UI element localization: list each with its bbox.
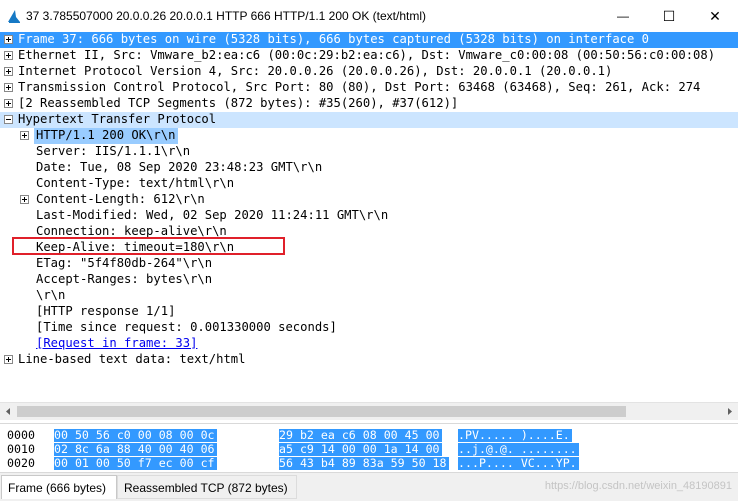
tree-item-http-response[interactable]: [HTTP response 1/1] [0, 304, 738, 320]
tree-item-content-length[interactable]: Content-Length: 612\r\n [0, 192, 738, 208]
tree-item-label: [2 Reassembled TCP Segments (872 bytes):… [18, 96, 459, 110]
tree-item-content-type[interactable]: Content-Type: text/html\r\n [0, 176, 738, 192]
packet-details-tree: Frame 37: 666 bytes on wire (5328 bits),… [0, 32, 738, 402]
tree-item-label: \r\n [36, 288, 66, 302]
maximize-icon: ☐ [662, 7, 676, 24]
tree-item-tcp[interactable]: Transmission Control Protocol, Src Port:… [0, 80, 738, 96]
tree-item-reassembled[interactable]: [2 Reassembled TCP Segments (872 bytes):… [0, 96, 738, 112]
tree-item-status-line[interactable]: HTTP/1.1 200 OK\r\n [0, 128, 738, 144]
tree-item-http[interactable]: Hypertext Transfer Protocol [0, 112, 738, 128]
watermark: https://blog.csdn.net/weixin_48190891 [544, 480, 732, 492]
expand-icon[interactable] [4, 83, 13, 92]
bytes-hex[interactable]: 00 01 00 50 f7 ec 00 cf [54, 457, 217, 470]
tree-item-label: Internet Protocol Version 4, Src: 20.0.0… [18, 64, 613, 78]
tree-item-label: [Time since request: 0.001330000 seconds… [36, 320, 337, 334]
tree-item-label: Last-Modified: Wed, 02 Sep 2020 11:24:11… [36, 208, 389, 222]
tree-item-etag[interactable]: ETag: "5f4f80db-264"\r\n [0, 256, 738, 272]
tree-item-label: ETag: "5f4f80db-264"\r\n [36, 256, 213, 270]
close-icon: ✕ [709, 7, 721, 24]
packet-bytes-pane: 0000 00 50 56 c0 00 08 00 0c 29 b2 ea c6… [0, 423, 738, 472]
bytes-hex[interactable]: a5 c9 14 00 00 1a 14 00 [279, 443, 442, 456]
tree-item-label: [HTTP response 1/1] [36, 304, 176, 318]
tree-item-crlf[interactable]: \r\n [0, 288, 738, 304]
tree-item-line-based-text[interactable]: Line-based text data: text/html [0, 352, 738, 368]
collapse-icon[interactable] [4, 115, 13, 124]
tree-item-label: Transmission Control Protocol, Src Port:… [18, 80, 701, 94]
expand-icon[interactable] [4, 355, 13, 364]
bytes-offset: 0000 [7, 428, 35, 442]
horizontal-scrollbar[interactable] [0, 402, 738, 420]
tree-item-accept-ranges[interactable]: Accept-Ranges: bytes\r\n [0, 272, 738, 288]
bytes-hex[interactable]: 02 8c 6a 88 40 00 40 06 [54, 443, 217, 456]
tree-item-frame[interactable]: Frame 37: 666 bytes on wire (5328 bits),… [0, 32, 738, 48]
expand-icon[interactable] [20, 131, 29, 140]
bytes-ascii[interactable]: ..j.@.@. ........ [458, 443, 579, 456]
expand-icon[interactable] [4, 51, 13, 60]
tree-item-server[interactable]: Server: IIS/1.1.1\r\n [0, 144, 738, 160]
minimize-icon: — [617, 9, 629, 23]
keep-alive-highlight-box [12, 237, 285, 255]
title-bar: 37 3.785507000 20.0.0.26 20.0.0.1 HTTP 6… [0, 0, 738, 33]
bytes-offset: 0020 [7, 456, 35, 470]
expand-icon[interactable] [4, 35, 13, 44]
tree-item-label: Hypertext Transfer Protocol [18, 112, 217, 126]
tab-frame[interactable]: Frame (666 bytes) [1, 475, 117, 499]
scroll-right-icon[interactable] [723, 405, 736, 418]
request-in-frame-link[interactable]: [Request in frame: 33] [36, 336, 197, 352]
minimize-button[interactable]: — [600, 0, 646, 32]
window-title: 37 3.785507000 20.0.0.26 20.0.0.1 HTTP 6… [26, 9, 427, 23]
bytes-hex[interactable]: 00 50 56 c0 00 08 00 0c [54, 429, 217, 442]
bytes-offset: 0010 [7, 442, 35, 456]
bytes-hex[interactable]: 56 43 b4 89 83a 59 50 18 [279, 457, 449, 470]
close-button[interactable]: ✕ [692, 0, 738, 32]
tab-reassembled-tcp[interactable]: Reassembled TCP (872 bytes) [117, 475, 297, 499]
tree-item-label: Frame 37: 666 bytes on wire (5328 bits),… [18, 32, 650, 46]
tree-item-label: Content-Type: text/html\r\n [36, 176, 235, 190]
tree-item-label: Server: IIS/1.1.1\r\n [36, 144, 191, 158]
tree-item-time-since-request[interactable]: [Time since request: 0.001330000 seconds… [0, 320, 738, 336]
scrollbar-thumb[interactable] [17, 406, 626, 417]
bytes-ascii[interactable]: .PV..... )....E. [458, 429, 572, 442]
maximize-button[interactable]: ☐ [646, 0, 692, 32]
wireshark-fin-icon [8, 10, 20, 23]
tree-item-date[interactable]: Date: Tue, 08 Sep 2020 23:48:23 GMT\r\n [0, 160, 738, 176]
tree-item-label: Content-Length: 612\r\n [36, 192, 205, 206]
bytes-ascii[interactable]: ...P.... VC...YP. [458, 457, 579, 470]
expand-icon[interactable] [4, 99, 13, 108]
expand-icon[interactable] [4, 67, 13, 76]
tree-item-label: Accept-Ranges: bytes\r\n [36, 272, 213, 286]
tree-item-label: Date: Tue, 08 Sep 2020 23:48:23 GMT\r\n [36, 160, 323, 174]
tree-item-last-modified[interactable]: Last-Modified: Wed, 02 Sep 2020 11:24:11… [0, 208, 738, 224]
tree-item-label: Ethernet II, Src: Vmware_b2:ea:c6 (00:0c… [18, 48, 716, 62]
tree-item-request-in-frame[interactable]: [Request in frame: 33] [0, 336, 738, 352]
expand-icon[interactable] [20, 195, 29, 204]
tree-item-ip[interactable]: Internet Protocol Version 4, Src: 20.0.0… [0, 64, 738, 80]
scroll-left-icon[interactable] [2, 405, 15, 418]
tree-item-label: HTTP/1.1 200 OK\r\n [34, 128, 179, 144]
bytes-tab-bar: Frame (666 bytes) Reassembled TCP (872 b… [0, 472, 738, 501]
tree-item-ethernet[interactable]: Ethernet II, Src: Vmware_b2:ea:c6 (00:0c… [0, 48, 738, 64]
bytes-hex[interactable]: 29 b2 ea c6 08 00 45 00 [279, 429, 442, 442]
tree-item-label: Line-based text data: text/html [18, 352, 246, 366]
